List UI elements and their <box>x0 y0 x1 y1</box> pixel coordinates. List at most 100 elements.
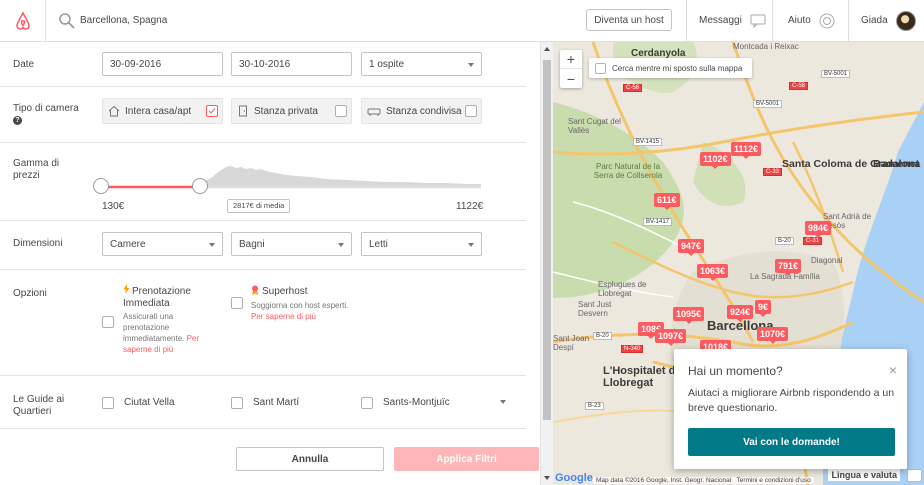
search-on-move-checkbox[interactable] <box>595 62 606 74</box>
dates-label: Date <box>13 59 35 70</box>
road-badge: BV-1417 <box>643 218 673 226</box>
road-badge: C-33 <box>763 168 783 176</box>
close-icon[interactable]: × <box>889 362 897 378</box>
road-badge: B-23 <box>585 402 604 410</box>
guests-select[interactable]: 1 ospite <box>361 52 482 76</box>
help-link[interactable]: Aiuto <box>772 0 848 41</box>
search-bar[interactable] <box>46 0 466 41</box>
popup-body: Aiutaci a migliorare Airbnb rispondendo … <box>688 387 895 414</box>
cancel-button[interactable]: Annulla <box>236 447 384 471</box>
guide-sants-montjuic[interactable]: Sants-Montjuïc <box>383 397 450 408</box>
instant-book-checkbox[interactable] <box>102 316 114 328</box>
guide-checkbox-ciutat-vella[interactable] <box>102 397 114 409</box>
checkout-value: 30-10-2016 <box>239 58 291 70</box>
guide-sant-marti[interactable]: Sant Martí <box>253 397 299 408</box>
road-badge: B-20 <box>593 332 612 340</box>
zoom-control: + − <box>560 50 582 88</box>
house-icon <box>108 105 120 117</box>
room-shared-checkbox[interactable] <box>465 105 477 117</box>
chevron-down-icon <box>209 243 215 247</box>
scroll-down-arrow-icon[interactable] <box>544 476 550 480</box>
price-pin[interactable]: 984€ <box>805 221 832 238</box>
map-label-diagonal: Diagonal <box>811 256 843 265</box>
price-pin[interactable]: 611€ <box>654 193 680 210</box>
couch-icon <box>367 108 381 116</box>
lifebuoy-icon <box>819 13 835 28</box>
price-pin[interactable]: 1102€ <box>700 152 731 169</box>
room-private[interactable]: Stanza privata <box>231 98 352 124</box>
language-currency-button[interactable]: Lingua e valuta <box>828 469 900 481</box>
guide-ciutat-vella[interactable]: Ciutat Vella <box>124 397 175 408</box>
airbnb-logo[interactable] <box>0 0 46 41</box>
price-pin[interactable]: 1095€ <box>673 307 705 324</box>
apply-filters-button[interactable]: Applica Filtri <box>394 447 539 471</box>
options-row: Opzioni Prenotazione Immediata Assicurat… <box>0 270 526 376</box>
price-min-handle[interactable] <box>93 178 109 194</box>
price-pin[interactable]: 1097€ <box>655 329 687 346</box>
messages-link[interactable]: Messaggi <box>686 0 772 41</box>
popup-title: Hai un momento? <box>688 364 783 378</box>
scroll-thumb[interactable] <box>543 60 551 420</box>
map-label-sant-cugat: Sant Cugat del Vallès <box>568 117 621 135</box>
room-entire-home[interactable]: Intera casa/apt <box>102 98 223 124</box>
room-type-label: Tipo di camera <box>13 103 79 114</box>
price-pin[interactable]: 1112€ <box>731 142 762 159</box>
guides-expand-icon[interactable] <box>500 400 506 404</box>
scroll-up-arrow-icon[interactable] <box>544 47 550 51</box>
user-menu[interactable]: Giada <box>848 0 924 41</box>
search-on-move-label: Cerca mentre mi sposto sulla mappa <box>612 63 743 73</box>
road-badge: C-58 <box>623 84 643 92</box>
guides-row: Le Guide ai Quartieri Ciutat Vella Sant … <box>0 376 526 429</box>
price-pin[interactable]: 924€ <box>727 305 754 322</box>
price-max-handle[interactable] <box>192 178 208 194</box>
map-label-badalona: Badalona <box>873 158 921 170</box>
door-icon <box>239 105 247 117</box>
map-label-montcada: Montcada i Reixac <box>733 42 799 51</box>
superhost-title: Superhost <box>262 286 308 297</box>
beds-select[interactable]: Letti <box>361 232 482 256</box>
room-entire-home-label: Intera casa/apt <box>125 105 192 117</box>
price-pin[interactable]: 947€ <box>678 239 705 256</box>
price-pin[interactable]: 1063€ <box>697 264 729 281</box>
superhost-desc: Soggiorna con host esperti. <box>251 301 349 310</box>
superhost-link[interactable]: Per saperne di più <box>251 311 316 322</box>
search-input[interactable] <box>80 15 460 26</box>
options-label: Opzioni <box>13 288 47 299</box>
filter-scrollbar[interactable] <box>540 42 553 485</box>
price-min-value: 130€ <box>102 201 125 212</box>
checkin-value: 30-09-2016 <box>110 58 162 70</box>
checkin-field[interactable]: 30-09-2016 <box>102 52 223 76</box>
price-pin[interactable]: 9€ <box>755 300 772 317</box>
room-shared-label: Stanza condivisa <box>386 105 462 117</box>
bathrooms-select[interactable]: Bagni <box>231 232 352 256</box>
zoom-in-button[interactable]: + <box>560 50 582 69</box>
become-host-button[interactable]: Diventa un host <box>586 9 672 31</box>
price-pin[interactable]: 1070€ <box>757 327 789 344</box>
map-attribution: Map data ©2016 Google, Inst. Geogr. Naci… <box>593 477 814 484</box>
road-badge: BV-5001 <box>753 100 783 108</box>
chat-icon[interactable] <box>907 469 922 482</box>
survey-popup: Hai un momento? × Aiutaci a migliorare A… <box>674 349 907 469</box>
map-terms-link[interactable]: Termini e condizioni d'uso <box>737 477 811 484</box>
dates-row: Date 30-09-2016 30-10-2016 1 ospite <box>0 42 526 87</box>
price-max-value: 1122€ <box>456 201 484 212</box>
superhost-checkbox[interactable] <box>231 297 243 309</box>
checkout-field[interactable]: 30-10-2016 <box>231 52 352 76</box>
search-on-move-toggle[interactable]: Cerca mentre mi sposto sulla mappa <box>589 58 752 78</box>
guide-checkbox-sants-montjuic[interactable] <box>361 397 373 409</box>
chevron-down-icon <box>338 243 344 247</box>
price-pin[interactable]: 791€ <box>775 259 802 276</box>
zoom-out-button[interactable]: − <box>560 69 582 88</box>
help-icon[interactable]: ? <box>13 116 22 125</box>
survey-button[interactable]: Vai con le domande! <box>688 428 895 456</box>
room-private-checkbox[interactable] <box>335 105 347 117</box>
size-row: Dimensioni Camere Bagni Letti <box>0 221 526 270</box>
room-entire-home-checkbox[interactable] <box>206 105 218 117</box>
chevron-down-icon <box>468 243 474 247</box>
guide-checkbox-sant-marti[interactable] <box>231 397 243 409</box>
rooms-select[interactable]: Camere <box>102 232 223 256</box>
guests-value: 1 ospite <box>369 58 405 70</box>
top-header: Diventa un host Messaggi Aiuto Giada <box>0 0 924 42</box>
room-shared[interactable]: Stanza condivisa <box>361 98 482 124</box>
search-icon <box>59 12 75 29</box>
